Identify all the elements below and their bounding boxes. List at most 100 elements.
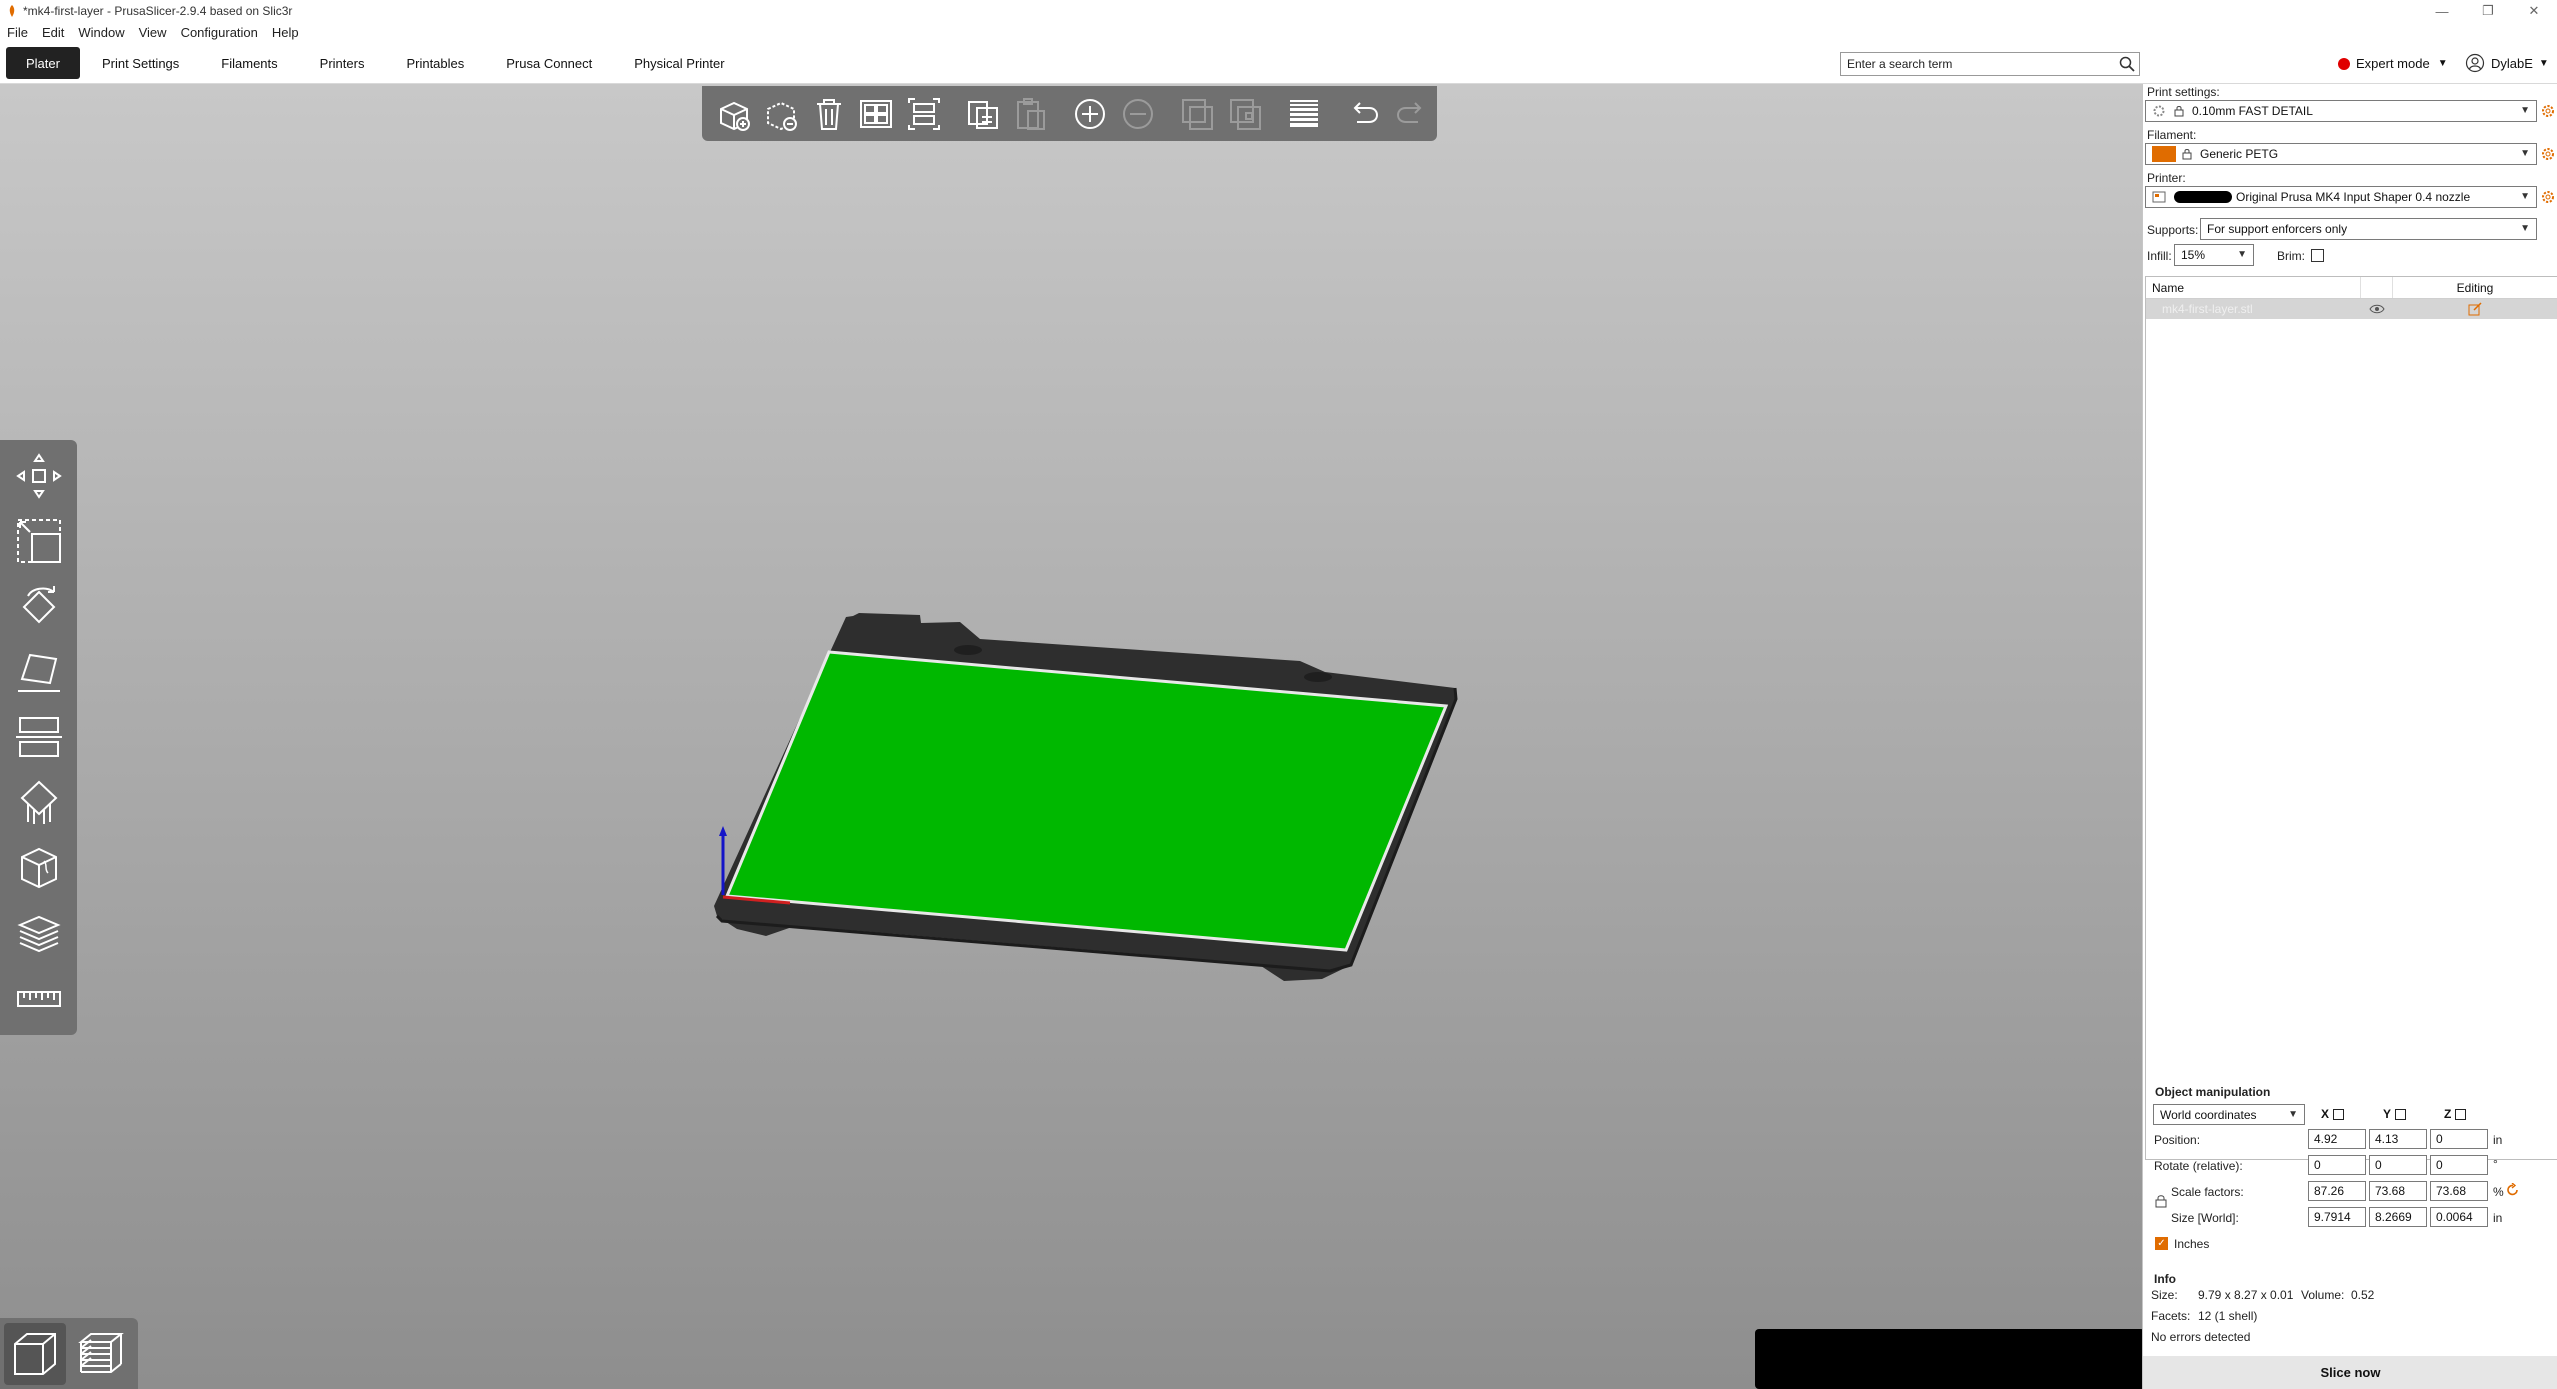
split-objects-icon [1182,98,1214,130]
menu-edit[interactable]: Edit [35,25,71,40]
scale-z-field[interactable]: 73.68 [2430,1181,2488,1201]
scale-y-field[interactable]: 73.68 [2369,1181,2427,1201]
column-visibility [2361,277,2393,298]
arrange-button[interactable] [855,92,899,136]
edit-object-button[interactable] [2393,302,2557,316]
close-button[interactable]: ✕ [2511,0,2557,22]
user-account-menu[interactable]: DylabE ▼ [2465,53,2549,73]
add-button[interactable] [712,92,756,136]
place-on-face-gizmo-button[interactable] [9,642,69,701]
infill-combo[interactable]: 15% ▼ [2174,244,2254,266]
axis-z-header: Z [2444,1107,2467,1121]
redo-button[interactable] [1389,92,1433,136]
position-z-field[interactable]: 0 [2430,1129,2488,1149]
inches-label: Inches [2174,1237,2210,1251]
visibility-toggle[interactable] [2361,304,2393,314]
delete-button[interactable] [760,92,804,136]
scale-icon [16,519,61,564]
tab-print-settings[interactable]: Print Settings [82,47,199,79]
size-x-field[interactable]: 9.7914 [2308,1207,2366,1227]
print-settings-label: Print settings: [2147,85,2220,99]
slice-now-button[interactable]: Slice now [2143,1356,2557,1389]
axis-x-header: X [2321,1107,2345,1121]
cut-icon [15,717,62,758]
add-instance-button[interactable] [1069,92,1113,136]
tab-prusa-connect[interactable]: Prusa Connect [486,47,612,79]
variable-layer-height-button[interactable] [1283,92,1327,136]
uniform-scale-lock-icon[interactable] [2155,1194,2167,1208]
menu-view[interactable]: View [132,25,174,40]
support-painting-gizmo-button[interactable] [9,773,69,832]
cut-gizmo-button[interactable] [9,708,69,767]
supports-combo[interactable]: For support enforcers only ▼ [2200,218,2537,240]
chevron-down-icon: ▼ [2520,105,2530,116]
copy-button[interactable] [962,92,1006,136]
column-editing[interactable]: Editing [2393,277,2557,298]
column-name[interactable]: Name [2146,277,2361,298]
view-toggle [0,1318,138,1389]
undo-button[interactable] [1342,92,1386,136]
scale-gizmo-button[interactable] [9,511,69,570]
measure-gizmo-button[interactable] [9,970,69,1029]
edit-filament-gear-icon[interactable] [2540,146,2556,162]
arrange-selection-button[interactable] [902,92,946,136]
tab-filaments[interactable]: Filaments [201,47,297,79]
move-gizmo-button[interactable] [9,446,69,505]
tab-physical-printer[interactable]: Physical Printer [614,47,744,79]
size-z-field[interactable]: 0.0064 [2430,1207,2488,1227]
edit-printer-gear-icon[interactable] [2540,189,2556,205]
position-label: Position: [2154,1133,2201,1147]
menu-file[interactable]: File [0,25,35,40]
maximize-button[interactable]: ❐ [2465,0,2511,22]
tab-printers[interactable]: Printers [300,47,385,79]
tab-printables[interactable]: Printables [386,47,484,79]
search-icon[interactable] [2118,55,2136,73]
system-preset-gear-icon [2153,105,2165,117]
place-on-face-icon [17,653,60,693]
position-x-field[interactable]: 4.92 [2308,1129,2366,1149]
inches-checkbox[interactable]: ✓ [2155,1237,2168,1250]
rotate-gizmo-button[interactable] [9,577,69,636]
preview-button[interactable] [70,1323,132,1385]
filament-combo[interactable]: Generic PETG ▼ [2145,143,2537,165]
object-list-item[interactable]: mk4-first-layer.stl [2146,299,2557,319]
tab-plater[interactable]: Plater [6,47,80,79]
right-sidebar: Print settings: 0.10mm FAST DETAIL ▼ Fil… [2142,84,2557,1389]
3d-viewport[interactable] [0,84,2142,1389]
arrange-selection-icon [907,97,940,130]
split-objects-button[interactable] [1176,92,1220,136]
paste-button[interactable] [1009,92,1053,136]
seam-painting-gizmo-button[interactable] [9,839,69,898]
brim-checkbox[interactable] [2311,249,2324,262]
coordinate-system-combo[interactable]: World coordinates ▼ [2153,1104,2305,1125]
scale-x-field[interactable]: 87.26 [2308,1181,2366,1201]
menu-help[interactable]: Help [265,25,306,40]
object-list-header: Name Editing [2146,277,2557,299]
delete-all-button[interactable] [807,92,851,136]
rotate-x-field[interactable]: 0 [2308,1155,2366,1175]
mode-selector[interactable]: Expert mode ▼ [2338,56,2448,71]
filament-value: Generic PETG [2200,147,2279,161]
3d-view-button[interactable] [4,1322,66,1385]
edit-print-settings-gear-icon[interactable] [2540,103,2556,119]
filament-color-swatch[interactable] [2152,146,2176,162]
window-title: *mk4-first-layer - PrusaSlicer-2.9.4 bas… [23,4,293,18]
split-parts-button[interactable] [1223,92,1267,136]
menu-window[interactable]: Window [71,25,131,40]
bed-tab [1304,672,1332,682]
filament-label: Filament: [2147,128,2197,142]
reset-scale-icon[interactable] [2506,1183,2520,1197]
printer-combo[interactable]: Original Prusa MK4 Input Shaper 0.4 nozz… [2145,186,2537,208]
remove-instance-button[interactable] [1116,92,1160,136]
menu-configuration[interactable]: Configuration [174,25,265,40]
variable-layer-gizmo-button[interactable] [9,904,69,963]
rotate-z-field[interactable]: 0 [2430,1155,2488,1175]
minimize-button[interactable]: — [2419,0,2465,22]
scale-label: Scale factors: [2171,1185,2244,1199]
search-input[interactable]: Enter a search term [1840,52,2140,76]
rotate-y-field[interactable]: 0 [2369,1155,2427,1175]
position-y-field[interactable]: 4.13 [2369,1129,2427,1149]
print-settings-combo[interactable]: 0.10mm FAST DETAIL ▼ [2145,100,2537,122]
support-painting-icon [20,780,57,824]
size-y-field[interactable]: 8.2669 [2369,1207,2427,1227]
